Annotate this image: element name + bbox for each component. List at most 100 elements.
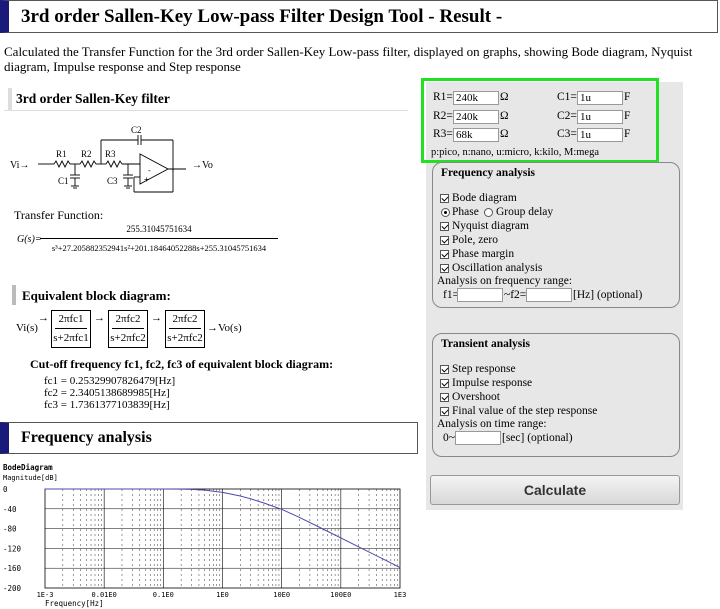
calculate-button[interactable]: Calculate	[430, 475, 680, 505]
phase-margin-label: Phase margin	[452, 248, 515, 260]
block-diagram-header: Equivalent block diagram:	[12, 285, 408, 305]
page-header: 3rd order Sallen-Key Low-pass Filter Des…	[0, 0, 718, 33]
magnitude-point	[381, 558, 383, 560]
phase-radio[interactable]	[441, 208, 450, 217]
r1-label: R1=	[433, 91, 453, 103]
block-numerator: 2πfc2	[112, 311, 144, 329]
fraction-line	[40, 238, 278, 239]
oscillation-checkbox[interactable]	[440, 264, 449, 273]
frequency-section-header: Frequency analysis	[0, 422, 418, 454]
group-delay-radio[interactable]	[484, 208, 493, 217]
magnitude-point	[358, 546, 360, 548]
step-response-checkbox[interactable]	[440, 365, 449, 374]
overshoot-label: Overshoot	[452, 391, 500, 403]
final-value-checkbox[interactable]	[440, 407, 449, 416]
step-response-label: Step response	[452, 363, 516, 375]
block-numerator: 2πfc2	[169, 311, 201, 329]
x-tick-label: 1E3	[394, 591, 407, 599]
r3-input[interactable]	[453, 128, 499, 142]
c1-label: C1	[58, 176, 69, 186]
vo-label: →Vo	[192, 160, 213, 171]
magnitude-point	[204, 489, 206, 491]
prefix-note: p:pico, n:nano, u:micro, k:kilo, M:mega	[431, 147, 599, 158]
opamp-minus-sign: -	[148, 166, 151, 175]
block-denominator: s+2πfc1	[53, 332, 89, 344]
x-tick-label: 1E-3	[37, 591, 54, 599]
bode-chart: 0 -40 -80 -120 -160 -200 1E-3 0.01E0 0.1E0 1E0 10E…	[3, 485, 407, 608]
x-tick-label: 1E0	[216, 591, 229, 599]
circuit-schematic: Vi→ R1 R2 R3 C1 C3 C2 - + →Vo	[10, 125, 213, 193]
x-tick-label: 10E0	[273, 591, 290, 599]
magnitude-point	[263, 502, 265, 504]
transfer-block-3: 2πfc2 s+2πfc2	[165, 310, 205, 348]
magnitude-point	[162, 488, 164, 490]
arrow-icon: →	[94, 312, 105, 324]
bode-checkbox[interactable]	[440, 194, 449, 203]
pole-zero-label: Pole, zero	[452, 234, 498, 246]
nyquist-checkbox[interactable]	[440, 222, 449, 231]
r3-label: R3=	[433, 128, 453, 140]
nyquist-option-label: Nyquist diagram	[452, 220, 529, 232]
magnitude-point	[322, 528, 324, 530]
f1-input[interactable]	[457, 288, 503, 302]
time-unit-label: [sec] (optional)	[502, 432, 573, 444]
r1-input[interactable]	[453, 91, 499, 105]
bode-title: BodeDiagram	[3, 463, 53, 472]
y-tick-label: -120	[3, 544, 22, 553]
c3-label: C3	[107, 176, 118, 186]
magnitude-point	[180, 488, 182, 490]
section-bar	[12, 285, 16, 305]
f2-input[interactable]	[526, 288, 572, 302]
overshoot-checkbox[interactable]	[440, 393, 449, 402]
impulse-response-checkbox[interactable]	[440, 379, 449, 388]
r2-input[interactable]	[453, 110, 499, 124]
filter-section-header: 3rd order Sallen-Key filter	[4, 88, 408, 111]
x-tick-label: 0.1E0	[153, 591, 174, 599]
x-tick-label: 0.01E0	[92, 591, 117, 599]
bode-ylabel: Magnitude[dB]	[3, 474, 58, 482]
group-delay-label: Group delay	[496, 206, 554, 218]
c2-label: C2	[131, 125, 142, 135]
fc3-value: fc3 = 1.7361377103839[Hz]	[44, 399, 170, 411]
phase-option-label: Phase	[452, 206, 479, 218]
time-range-label: Analysis on time range:	[437, 418, 547, 430]
c1-input[interactable]	[577, 91, 623, 105]
c3-input[interactable]	[577, 128, 623, 142]
block-numerator: 2πfc1	[55, 311, 87, 329]
magnitude-point	[191, 488, 193, 490]
transfer-denominator: s³+27.205882352941s²+201.18464052288s+25…	[51, 243, 267, 253]
x-axis-label: Frequency[Hz]	[45, 599, 104, 608]
x-tick-label: 100E0	[330, 591, 351, 599]
transfer-numerator: 255.31045751634	[126, 224, 192, 234]
transfer-block-2: 2πfc2 s+2πfc2	[108, 310, 148, 348]
c2-input[interactable]	[577, 110, 623, 124]
impulse-response-label: Impulse response	[452, 377, 533, 389]
vi-label: Vi→	[10, 160, 29, 171]
pole-zero-checkbox[interactable]	[440, 236, 449, 245]
arrow-icon: →	[38, 312, 49, 324]
f2-label: ~f2=	[504, 289, 527, 301]
transfer-block-1: 2πfc1 s+2πfc1	[51, 310, 91, 348]
frequency-options-title: Frequency analysis	[441, 167, 536, 179]
time-range-input[interactable]	[455, 431, 501, 445]
c1-unit: F	[624, 91, 631, 103]
magnitude-point	[44, 488, 46, 490]
filter-heading: 3rd order Sallen-Key filter	[16, 91, 170, 106]
r2-unit: Ω	[500, 110, 509, 122]
magnitude-point	[222, 491, 223, 493]
c3-label: C3=	[557, 128, 577, 140]
cutoff-heading: Cut-off frequency fc1, fc2, fc3 of equiv…	[30, 357, 334, 371]
c1-label: C1=	[557, 91, 577, 103]
r1-label: R1	[56, 149, 67, 159]
frequency-unit-label: [Hz] (optional)	[573, 289, 643, 301]
page-title: 3rd order Sallen-Key Low-pass Filter Des…	[21, 6, 503, 27]
opamp-plus-sign: +	[144, 175, 149, 184]
block-denominator: s+2πfc2	[167, 332, 203, 344]
fc1-value: fc1 = 0.25329907826479[Hz]	[44, 375, 176, 387]
magnitude-point	[399, 567, 401, 569]
phase-margin-checkbox[interactable]	[440, 250, 449, 259]
y-tick-label: -200	[3, 584, 22, 593]
r3-label: R3	[105, 149, 116, 159]
magnitude-point	[340, 537, 342, 539]
r2-label: R2=	[433, 110, 453, 122]
